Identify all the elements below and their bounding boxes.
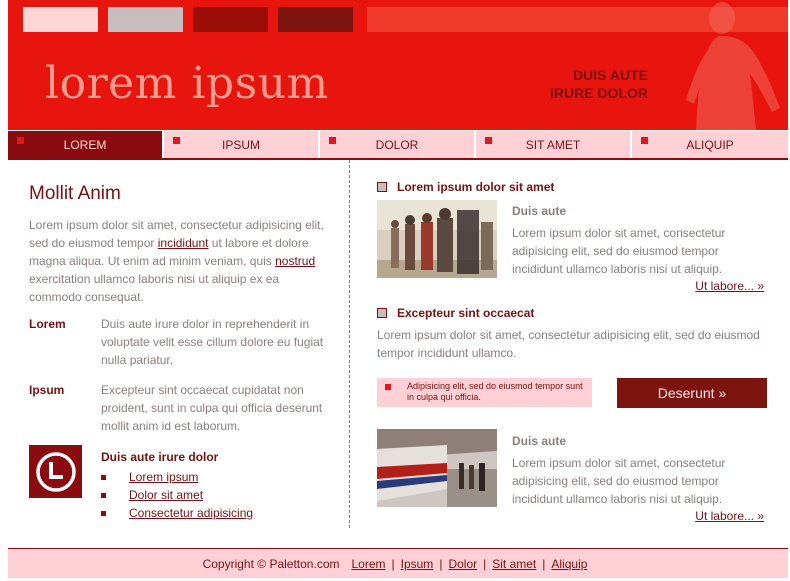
nav-marker-icon: [641, 137, 648, 144]
footer-separator: |: [542, 556, 546, 571]
footer-link-aliquip[interactable]: Aliquip: [551, 557, 587, 571]
media-title: Duis aute: [512, 434, 567, 448]
square-bullet-icon: [377, 182, 387, 192]
definition-term: Lorem: [29, 317, 66, 331]
square-bullet-icon: [377, 308, 387, 318]
header-tagline: DUIS AUTE IRURE DOLOR: [550, 66, 648, 102]
train-station-photo-image: [377, 429, 497, 507]
media-title: Duis aute: [512, 204, 567, 218]
read-more-link-2[interactable]: Ut labore... »: [695, 509, 764, 523]
section-heading-text: Excepteur sint occaecat: [397, 306, 535, 320]
footer-separator: |: [391, 556, 395, 571]
footer-link-dolor[interactable]: Dolor: [448, 557, 477, 571]
deserunt-button[interactable]: Deserunt »: [617, 378, 767, 408]
footer-link-ipsum[interactable]: Ipsum: [401, 557, 434, 571]
definition-desc: Excepteur sint occaecat cupidatat non pr…: [101, 383, 323, 433]
note-text: Adipisicing elit, sed do eiusmod tempor …: [407, 381, 583, 402]
note-bullet-icon: [385, 384, 391, 390]
nav-marker-icon: [485, 137, 492, 144]
footer-separator: |: [439, 556, 443, 571]
nav-item-ipsum[interactable]: IPSUM: [164, 131, 318, 158]
color-swatch-red: [193, 7, 268, 32]
clock-logo-icon: [29, 445, 82, 498]
nav-label: LOREM: [63, 137, 107, 152]
main-nav: LOREM IPSUM DOLOR SIT AMET ALIQUIP: [8, 131, 788, 158]
list-link-dolor-sit-amet[interactable]: Dolor sit amet: [129, 488, 203, 502]
nav-label: DOLOR: [375, 137, 419, 152]
note-box: Adipisicing elit, sed do eiusmod tempor …: [377, 378, 592, 407]
read-more-link-1[interactable]: Ut labore... »: [695, 279, 764, 293]
color-swatch-light-pink: [23, 7, 98, 32]
media-text-2: Duis aute Lorem ipsum dolor sit amet, co…: [512, 432, 767, 508]
nav-item-aliquip[interactable]: ALIQUIP: [632, 131, 788, 158]
left-heading: Mollit Anim: [29, 183, 121, 204]
nav-label: ALIQUIP: [686, 137, 734, 152]
nav-marker-icon: [17, 137, 24, 144]
nav-label: IPSUM: [221, 137, 260, 152]
woman-silhouette-image: [686, 2, 780, 130]
list-title: Duis aute irure dolor: [101, 450, 219, 464]
link-list: Lorem ipsum Dolor sit amet Consectetur a…: [101, 468, 329, 522]
list-link-lorem-ipsum[interactable]: Lorem ipsum: [129, 470, 198, 484]
nav-marker-icon: [173, 137, 180, 144]
section-heading-text: Lorem ipsum dolor sit amet: [397, 180, 555, 194]
nav-label: SIT AMET: [525, 137, 581, 152]
nav-item-lorem[interactable]: LOREM: [8, 131, 162, 158]
list-link-consectetur[interactable]: Consectetur adipisicing: [129, 506, 253, 520]
footer: Copyright © Paletton.com Lorem | Ipsum | D…: [8, 548, 788, 578]
tagline-line-2: IRURE DOLOR: [550, 85, 648, 101]
nav-item-dolor[interactable]: DOLOR: [320, 131, 474, 158]
intro-link-incididunt[interactable]: incididunt: [158, 236, 209, 250]
left-column: Mollit Anim Lorem ipsum dolor sit amet, …: [29, 160, 329, 520]
list-item: Dolor sit amet: [101, 486, 329, 504]
list-item: Lorem ipsum: [101, 468, 329, 486]
color-swatch-gray: [108, 7, 183, 32]
section-heading-1: Lorem ipsum dolor sit amet: [377, 180, 554, 194]
section-heading-2: Excepteur sint occaecat: [377, 306, 534, 320]
crowd-photo-image: [377, 200, 497, 278]
definition-term: Ipsum: [29, 383, 65, 397]
list-item: Consectetur adipisicing: [101, 504, 329, 522]
footer-link-lorem[interactable]: Lorem: [351, 557, 385, 571]
color-swatch-dark-red: [278, 7, 353, 32]
intro-link-nostrud[interactable]: nostrud: [275, 254, 315, 268]
definition-desc: Duis aute irure dolor in reprehenderit i…: [101, 317, 324, 367]
nav-item-sit-amet[interactable]: SIT AMET: [476, 131, 630, 158]
nav-marker-icon: [329, 137, 336, 144]
link-list-block: Duis aute irure dolor Lorem ipsum Dolor …: [101, 448, 329, 522]
tagline-line-1: DUIS AUTE: [573, 67, 648, 83]
footer-separator: |: [483, 556, 487, 571]
copyright-text: Copyright © Paletton.com: [202, 556, 340, 571]
site-title: lorem ipsum: [45, 58, 329, 109]
intro-paragraph: Lorem ipsum dolor sit amet, consectetur …: [29, 216, 329, 306]
footer-link-sit-amet[interactable]: Sit amet: [492, 557, 536, 571]
intro-text-3: exercitation ullamco laboris nisi ut ali…: [29, 272, 280, 304]
media-text-1: Duis aute Lorem ipsum dolor sit amet, co…: [512, 202, 767, 278]
media-body: Lorem ipsum dolor sit amet, consectetur …: [512, 456, 726, 506]
column-divider: [349, 160, 350, 528]
header-banner: lorem ipsum DUIS AUTE IRURE DOLOR: [8, 0, 788, 130]
section-2-paragraph: Lorem ipsum dolor sit amet, consectetur …: [377, 328, 760, 360]
media-body: Lorem ipsum dolor sit amet, consectetur …: [512, 226, 726, 276]
